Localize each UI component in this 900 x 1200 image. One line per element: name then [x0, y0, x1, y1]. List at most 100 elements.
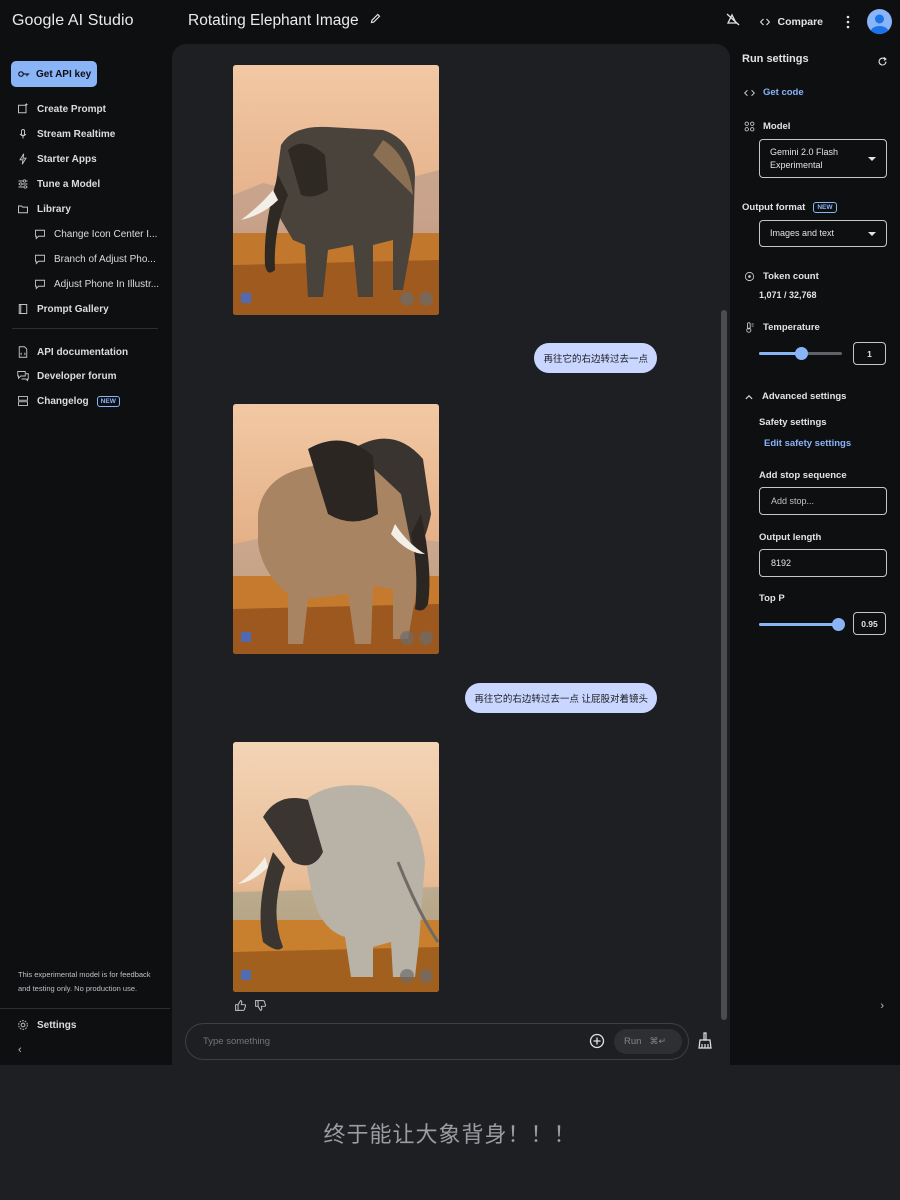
edit-title-icon[interactable]	[369, 12, 382, 30]
key-icon	[18, 71, 30, 77]
get-code-label: Get code	[763, 87, 804, 98]
temperature-slider-handle[interactable]	[794, 347, 808, 360]
thermometer-icon	[746, 322, 754, 333]
output-length-label: Output length	[759, 532, 822, 543]
top-p-slider-handle[interactable]	[831, 618, 845, 631]
token-count-label-row: Token count	[744, 271, 819, 282]
compare-button[interactable]: Compare	[753, 12, 829, 32]
output-length-input[interactable]: 8192	[759, 549, 887, 577]
sidebar-item-label: API documentation	[37, 346, 129, 358]
get-api-key-label: Get API key	[36, 68, 92, 80]
prompt-input[interactable]	[203, 1036, 573, 1047]
sidebar-item-prompt-gallery[interactable]: Prompt Gallery	[17, 303, 162, 315]
advanced-settings-label: Advanced settings	[762, 391, 847, 402]
library-item[interactable]: Change Icon Center I...	[34, 228, 179, 240]
settings-label: Settings	[37, 1019, 77, 1031]
stop-sequence-label: Add stop sequence	[759, 470, 847, 481]
library-item[interactable]: Adjust Phone In Illustr...	[34, 278, 179, 290]
sidebar-item-developer-forum[interactable]: Developer forum	[17, 370, 162, 382]
user-avatar-icon	[870, 14, 889, 34]
sidebar-item-label: Library	[37, 203, 71, 215]
gear-icon	[18, 1020, 28, 1030]
collapse-sidebar-icon[interactable]: ‹	[18, 1044, 22, 1056]
generated-image[interactable]	[233, 742, 439, 992]
chat-panel: 再往它的右边转过去一点 再往它的右边转过去一点 让屁股对着镜头 Type som…	[172, 44, 730, 1065]
more-options-icon[interactable]	[841, 15, 855, 29]
sidebar-item-starter-apps[interactable]: Starter Apps	[17, 153, 162, 165]
app-window: Google AI Studio Rotating Elephant Image…	[0, 0, 900, 1065]
chat-scrollbar[interactable]	[721, 310, 727, 1020]
sidebar-item-changelog[interactable]: Changelog NEW	[17, 395, 162, 407]
edit-safety-settings-link[interactable]: Edit safety settings	[764, 438, 851, 449]
expand-panel-icon[interactable]: ›	[880, 1000, 884, 1012]
compare-mode-icon[interactable]	[725, 11, 741, 32]
library-item-label: Change Icon Center I...	[54, 228, 158, 240]
top-p-slider[interactable]	[759, 618, 845, 631]
thumbs-down-icon[interactable]	[254, 999, 267, 1017]
new-badge: NEW	[96, 395, 120, 407]
library-item[interactable]: Branch of Adjust Pho...	[34, 253, 179, 265]
reset-settings-icon[interactable]	[877, 54, 888, 72]
sidebar-item-label: Developer forum	[37, 370, 117, 382]
get-api-key-button[interactable]: Get API key	[11, 61, 97, 87]
token-count-value: 1,071 / 32,768	[759, 290, 817, 300]
sidebar-item-api-docs[interactable]: API documentation	[17, 346, 162, 358]
folder-icon	[18, 205, 28, 214]
model-label-row: Model	[744, 121, 790, 132]
title-bar: Rotating Elephant Image	[188, 12, 382, 30]
avatar[interactable]	[867, 9, 892, 34]
sidebar-item-tune-model[interactable]: Tune a Model	[17, 178, 162, 190]
stop-sequence-input[interactable]: Add stop...	[759, 487, 887, 515]
clear-chat-icon[interactable]	[697, 1032, 713, 1055]
chat-bubble-icon	[35, 254, 45, 265]
user-message[interactable]: 再往它的右边转过去一点 让屁股对着镜头	[465, 683, 657, 713]
sidebar-item-label: Prompt Gallery	[37, 303, 109, 315]
sidebar-footer-divider	[0, 1008, 170, 1009]
sidebar: Get API key Create Prompt Stream Realtim…	[0, 45, 170, 1065]
top-p-label: Top P	[759, 593, 785, 604]
add-media-icon[interactable]	[589, 1033, 605, 1054]
output-format-value: Images and text	[770, 228, 835, 238]
chat-bubble-icon	[35, 279, 45, 290]
sidebar-item-create-prompt[interactable]: Create Prompt	[17, 103, 162, 115]
top-p-input[interactable]: 0.95	[853, 612, 886, 635]
run-label: Run	[624, 1036, 642, 1047]
generated-image[interactable]	[233, 65, 439, 315]
chat-bubble-icon	[35, 229, 45, 240]
temperature-slider[interactable]	[759, 347, 842, 360]
image-caption: 终于能让大象背身！！！	[323, 1123, 577, 1148]
elephant-image	[233, 742, 439, 992]
advanced-settings-toggle[interactable]: Advanced settings	[744, 391, 846, 402]
experimental-disclaimer: This experimental model is for feedback …	[18, 970, 151, 993]
model-icon	[744, 121, 755, 132]
output-format-select[interactable]: Images and text	[759, 220, 887, 247]
library-item-label: Adjust Phone In Illustr...	[54, 278, 160, 290]
prompt-title: Rotating Elephant Image	[188, 12, 359, 29]
sidebar-item-library[interactable]: Library	[17, 203, 162, 215]
run-button[interactable]: Run ⌘↵	[614, 1029, 682, 1054]
model-select[interactable]: Gemini 2.0 Flash Experimental	[759, 139, 887, 178]
token-count-label: Token count	[763, 271, 819, 282]
token-icon	[744, 271, 755, 282]
brand-logo[interactable]: Google AI Studio	[12, 12, 134, 30]
sidebar-divider	[12, 328, 158, 329]
temperature-input[interactable]: 1	[853, 342, 886, 365]
response-feedback	[234, 999, 267, 1017]
user-message[interactable]: 再往它的右边转过去一点	[534, 343, 657, 373]
temperature-label: Temperature	[763, 322, 820, 333]
model-value: Gemini 2.0 Flash Experimental	[770, 146, 839, 170]
thumbs-up-icon[interactable]	[234, 999, 247, 1017]
sidebar-item-label: Stream Realtime	[37, 128, 116, 140]
model-label: Model	[763, 121, 791, 132]
sidebar-item-label: Starter Apps	[37, 153, 97, 165]
sidebar-item-stream-realtime[interactable]: Stream Realtime	[17, 128, 162, 140]
settings-button[interactable]: Settings	[17, 1019, 76, 1031]
generated-image[interactable]	[233, 404, 439, 654]
run-settings-panel: Run settings Get code Model Gemini 2.0 F…	[732, 44, 900, 1065]
get-code-button[interactable]: Get code	[744, 87, 804, 98]
chevron-down-icon	[868, 156, 876, 161]
forum-icon	[17, 371, 29, 382]
bolt-icon	[19, 153, 27, 165]
new-badge: NEW	[813, 202, 837, 213]
output-format-label-row: Output format NEW	[742, 202, 837, 213]
